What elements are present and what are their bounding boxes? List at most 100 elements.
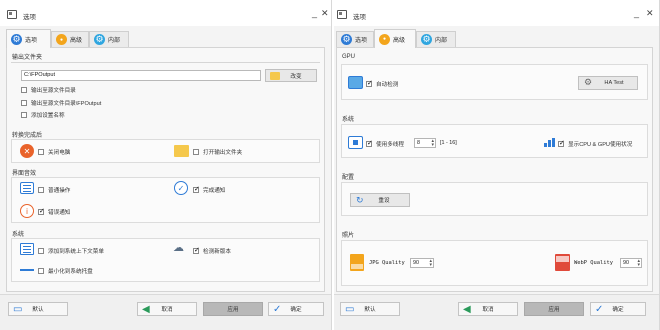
title-bar: 选项 _ ✕ <box>334 0 659 26</box>
tab-label: 选项 <box>25 37 38 44</box>
tab-advanced[interactable]: 高级 <box>374 29 416 48</box>
checkbox-box[interactable] <box>193 185 200 193</box>
close-button[interactable]: ✕ <box>646 9 654 18</box>
footer-bar: ▭ 默认 ◀ 取消 应用 ✓ 确定 <box>334 294 659 330</box>
minimize-tray-checkbox[interactable]: 最小化到系统托盘 <box>38 267 93 275</box>
checkbox-label: 添加到系统上下文菜单 <box>48 249 104 255</box>
shutdown-checkbox[interactable]: 关闭电脑 <box>38 148 70 156</box>
window-title: 选项 <box>353 14 366 21</box>
button-label: 默认 <box>32 307 44 313</box>
ok-button[interactable]: ✓ 确定 <box>590 302 646 316</box>
minimize-button[interactable]: _ <box>312 9 317 18</box>
tab-options[interactable]: 选项 <box>336 31 374 47</box>
jpg-quality-spinner[interactable]: 90 ▴ ▾ <box>410 258 434 268</box>
tab-label: 高级 <box>70 38 83 44</box>
checkbox-box[interactable] <box>366 139 373 147</box>
tab-advanced[interactable]: 高级 <box>51 31 89 47</box>
checkbox-box[interactable] <box>38 149 44 155</box>
reset-button[interactable]: ↻ 重设 <box>350 193 410 207</box>
context-menu-icon <box>20 243 34 255</box>
cancel-button[interactable]: ◀ 取消 <box>458 302 518 316</box>
checkbox-label: 最小化到系统托盘 <box>48 269 93 275</box>
checkbox-label: 自动检测 <box>376 82 399 88</box>
check-update-checkbox[interactable]: 检测新版本 <box>193 246 231 255</box>
checkbox-label: 关闭电脑 <box>48 150 71 156</box>
checkbox-box[interactable] <box>21 112 27 118</box>
done-notice-checkbox[interactable]: 完成通知 <box>193 185 226 194</box>
spin-arrows-icon[interactable]: ▴ ▾ <box>429 259 432 268</box>
gpu-group: 自动检测 ⚙ HA Test <box>341 64 648 100</box>
auto-detect-checkbox[interactable]: 自动检测 <box>366 79 399 88</box>
app-icon <box>337 10 347 19</box>
checkbox-label: 使用多线程 <box>376 142 404 148</box>
after-conversion-group: ✕ 关闭电脑 打开输出文件夹 <box>11 139 320 163</box>
button-label: 重设 <box>378 198 390 204</box>
add-setting-name-checkbox[interactable]: 添加设置名称 <box>21 111 65 119</box>
advanced-icon <box>56 34 67 45</box>
output-to-source-fpoutput-checkbox[interactable]: 输出至源文件目录\FPOutput <box>21 99 101 107</box>
ok-button[interactable]: ✓ 确定 <box>268 302 324 316</box>
spin-arrows-icon[interactable]: ▴ ▾ <box>431 139 434 148</box>
webp-quality-spinner[interactable]: 90 ▴ ▾ <box>620 258 642 268</box>
checkbox-label: 普通操作 <box>48 188 71 194</box>
check-circle-icon: ✓ <box>595 304 604 315</box>
output-to-source-checkbox[interactable]: 输出至源文件目录 <box>21 86 76 94</box>
checkbox-box[interactable] <box>193 246 200 254</box>
default-button[interactable]: ▭ 默认 <box>8 302 68 316</box>
internal-icon <box>421 34 432 45</box>
error-notice-checkbox[interactable]: 错误通知 <box>38 207 70 216</box>
refresh-icon: ↻ <box>356 195 364 205</box>
section-header-image: 照片 <box>342 233 355 239</box>
cancel-button[interactable]: ◀ 取消 <box>137 302 197 316</box>
error-info-icon: i <box>20 204 34 218</box>
open-output-folder-checkbox[interactable]: 打开输出文件夹 <box>193 148 242 156</box>
spinner-value: 90 <box>413 260 419 266</box>
jpg-quality-label: JPG Quality <box>369 260 405 266</box>
checkbox-label: 打开输出文件夹 <box>203 150 243 156</box>
button-label: 默认 <box>364 307 376 313</box>
context-menu-checkbox[interactable]: 添加到系统上下文菜单 <box>38 247 104 255</box>
button-label: HA Test <box>604 80 624 86</box>
minimize-icon <box>20 269 34 271</box>
checkbox-box[interactable] <box>38 187 44 193</box>
spin-arrows-icon[interactable]: ▴ ▾ <box>637 259 640 268</box>
checkbox-box[interactable] <box>558 139 565 147</box>
tab-options[interactable]: 选项 <box>6 29 51 48</box>
minimize-button[interactable]: _ <box>634 9 639 18</box>
bar-chart-icon <box>544 138 555 147</box>
section-header-interface-sound: 界面音效 <box>12 171 37 177</box>
section-header-output-folder: 输出文件夹 <box>12 55 43 61</box>
output-path-input[interactable]: C:\FPOutput <box>21 70 261 81</box>
options-panel: 输出文件夹 C:\FPOutput 改变 输出至源文件目录 输出至源文件目录\F… <box>6 47 325 292</box>
tab-internal[interactable]: 内部 <box>89 31 129 47</box>
checkbox-box[interactable] <box>193 149 199 155</box>
section-header-gpu: GPU <box>342 54 356 60</box>
apply-button[interactable]: 应用 <box>524 302 584 316</box>
thread-count-spinner[interactable]: 8 ▴ ▾ <box>414 138 436 148</box>
checkbox-box[interactable] <box>366 79 373 87</box>
multithread-checkbox[interactable]: 使用多线程 <box>366 139 404 148</box>
config-group: ↻ 重设 <box>341 182 648 216</box>
checkbox-box[interactable] <box>38 268 44 274</box>
normal-operation-checkbox[interactable]: 普通操作 <box>38 186 70 194</box>
checkbox-box[interactable] <box>21 87 27 93</box>
printer-icon: ▭ <box>13 304 23 315</box>
checkbox-box[interactable] <box>38 248 44 254</box>
default-button[interactable]: ▭ 默认 <box>340 302 400 316</box>
tab-internal[interactable]: 内部 <box>416 31 456 47</box>
advanced-panel: GPU 自动检测 ⚙ HA Test 系统 使用多线程 8 <box>336 47 653 292</box>
check-circle-icon: ✓ <box>273 304 282 315</box>
close-button[interactable]: ✕ <box>321 9 329 18</box>
tab-label: 内部 <box>435 38 448 44</box>
interface-sound-group: 普通操作 ✓ 完成通知 i 错误通知 <box>11 177 320 223</box>
section-header-system: 系统 <box>12 232 25 238</box>
ha-test-button[interactable]: ⚙ HA Test <box>578 76 638 90</box>
show-cpu-gpu-checkbox[interactable]: 显示CPU & GPU使用状况 <box>558 139 632 148</box>
checkbox-box[interactable] <box>21 100 27 106</box>
change-button[interactable]: 改变 <box>265 69 317 82</box>
checkbox-label: 完成通知 <box>203 188 226 194</box>
advanced-icon <box>379 33 390 45</box>
apply-button[interactable]: 应用 <box>203 302 263 316</box>
checkbox-box[interactable] <box>38 207 45 215</box>
undo-arrow-icon: ◀ <box>463 304 471 315</box>
